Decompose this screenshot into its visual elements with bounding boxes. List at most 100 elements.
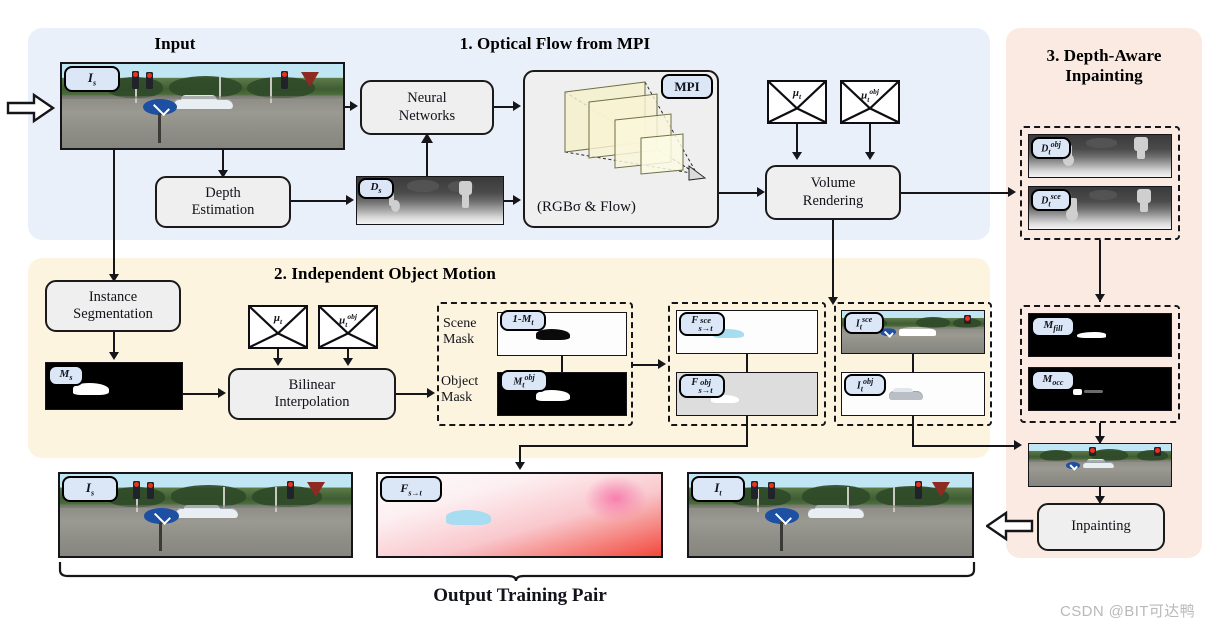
tag-flow-sce-text: Fsce s→t bbox=[691, 315, 713, 333]
tag-depth-target-sce-text: Dtsce bbox=[1041, 191, 1061, 209]
tag-depth-source-text: Ds bbox=[370, 181, 382, 196]
mu-t-camera-icon-top: μt bbox=[767, 80, 827, 124]
arrow-ds-to-mpi bbox=[513, 195, 521, 205]
tag-object-mask-text: Mtobj bbox=[513, 372, 535, 390]
conn-ds-up-nn bbox=[426, 140, 428, 176]
mu-t-label-2: μt bbox=[273, 311, 283, 326]
arrow-input-to-nn bbox=[350, 101, 358, 111]
arrow-img-to-composite bbox=[1014, 440, 1022, 450]
tag-output-target: It bbox=[691, 476, 745, 502]
tag-input-source: Is bbox=[64, 66, 120, 92]
tag-output-source: Is bbox=[62, 476, 118, 502]
arrow-fillocc-to-composite bbox=[1095, 436, 1105, 444]
tag-scene-mask-text: 1-Mt bbox=[512, 313, 534, 328]
arrow-vr-to-depth bbox=[1008, 187, 1016, 197]
arrow-muobj2-to-bilinear bbox=[343, 358, 353, 366]
mu-t-obj-label-2: μtobj bbox=[339, 311, 357, 329]
mu-t-label: μt bbox=[792, 86, 802, 101]
bilinear-interpolation-label: Bilinear Interpolation bbox=[274, 376, 350, 410]
object-mask-label: Object Mask bbox=[441, 374, 479, 406]
output-training-pair-label: Output Training Pair bbox=[433, 585, 607, 606]
conn-depth-to-fillocc bbox=[1099, 240, 1101, 302]
output-flow-car bbox=[445, 510, 492, 525]
mu-t-obj-camera-icon-top: μtobj bbox=[840, 80, 900, 124]
tag-output-flow-text: Fs→t bbox=[400, 480, 422, 498]
tag-mask-source-text: Ms bbox=[59, 368, 73, 383]
depth-estimation-box[interactable]: Depth Estimation bbox=[155, 176, 291, 228]
conn-flow-left bbox=[519, 445, 748, 447]
conn-input-to-seg bbox=[113, 150, 115, 280]
tag-image-target-sce: Itsce bbox=[844, 312, 884, 334]
composite-image-tile bbox=[1028, 443, 1172, 487]
mpi-caption: (RGBσ & Flow) bbox=[537, 199, 636, 216]
tag-flow-obj: Fobj s→t bbox=[679, 374, 725, 398]
arrow-vr-down bbox=[828, 297, 838, 305]
title-object-motion: 2. Independent Object Motion bbox=[274, 264, 496, 283]
bilinear-interpolation-box[interactable]: Bilinear Interpolation bbox=[228, 368, 396, 420]
depth-estimation-label: Depth Estimation bbox=[191, 184, 255, 218]
tag-depth-target-obj-text: Dtobj bbox=[1041, 139, 1061, 157]
conn-masks-to-flow bbox=[633, 364, 661, 366]
arrow-muobj-to-vr bbox=[865, 152, 875, 160]
scene-mask-label: Scene Mask bbox=[443, 316, 477, 348]
arrow-input-down bbox=[218, 170, 228, 178]
conn-ms-to-bilinear bbox=[183, 393, 221, 395]
tag-output-source-text: Is bbox=[85, 480, 95, 498]
conn-img-internal bbox=[912, 354, 914, 372]
conn-flow-down bbox=[746, 416, 748, 446]
conn-masks-internal bbox=[561, 356, 563, 372]
neural-networks-box[interactable]: Neural Networks bbox=[360, 80, 494, 135]
title-depth-inpainting: 3. Depth-Aware Inpainting bbox=[1046, 46, 1162, 85]
tag-mask-fill-text: Mfill bbox=[1043, 319, 1063, 334]
arrow-masks-to-flow bbox=[658, 359, 666, 369]
arrow-flow-to-output bbox=[515, 462, 525, 470]
arrow-depth-to-fillocc bbox=[1095, 294, 1105, 302]
image-target-obj-car bbox=[888, 388, 923, 400]
watermark: CSDN @BIT可达鸭 bbox=[1060, 603, 1196, 620]
arrow-ds-up-nn bbox=[421, 133, 433, 143]
mu-t-camera-icon-bottom: μt bbox=[248, 305, 308, 349]
tag-mask-occ: Mocc bbox=[1031, 370, 1075, 391]
title-input: Input bbox=[154, 34, 196, 53]
tag-input-source-text: Is bbox=[87, 70, 97, 88]
arrow-mu2-to-bilinear bbox=[273, 358, 283, 366]
arrow-seg-to-ms bbox=[109, 352, 119, 360]
tag-output-flow: Fs→t bbox=[380, 476, 442, 502]
conn-vr-to-depth bbox=[901, 192, 1011, 194]
tag-flow-obj-text: Fobj s→t bbox=[691, 377, 713, 395]
conn-img-right bbox=[912, 445, 1016, 447]
mask-fill-shape bbox=[1077, 332, 1106, 339]
input-arrow-icon bbox=[6, 92, 56, 124]
tag-mask-occ-text: Mocc bbox=[1042, 373, 1064, 388]
inpainting-box[interactable]: Inpainting bbox=[1037, 503, 1165, 551]
tag-mask-source: Ms bbox=[48, 365, 84, 386]
tag-depth-source: Ds bbox=[358, 178, 394, 199]
conn-flow-internal bbox=[746, 354, 748, 372]
mu-t-obj-label: μtobj bbox=[861, 86, 879, 104]
conn-vr-down bbox=[832, 220, 834, 303]
instance-segmentation-label: Instance Segmentation bbox=[73, 288, 153, 322]
tag-mpi-text: MPI bbox=[674, 78, 700, 94]
arrow-nn-to-mpi bbox=[513, 101, 521, 111]
instance-segmentation-box[interactable]: Instance Segmentation bbox=[45, 280, 181, 332]
mask-occ-shape bbox=[1073, 389, 1082, 395]
mask-occ-shape-2 bbox=[1084, 389, 1103, 394]
arrow-depthest-to-ds bbox=[346, 195, 354, 205]
conn-bilinear-to-masks bbox=[396, 393, 430, 395]
tag-mpi: MPI bbox=[661, 74, 713, 99]
scene-mask-car bbox=[536, 328, 570, 340]
tag-image-target-obj: Itobj bbox=[844, 374, 886, 396]
arrow-bilinear-to-masks bbox=[427, 388, 435, 398]
tag-depth-target-obj: Dtobj bbox=[1031, 137, 1071, 159]
tag-object-mask-value: Mtobj bbox=[500, 370, 548, 392]
title-optical-flow: 1. Optical Flow from MPI bbox=[459, 34, 651, 53]
inpainting-label: Inpainting bbox=[1071, 518, 1131, 535]
tag-mask-fill: Mfill bbox=[1031, 316, 1075, 337]
composite-photo bbox=[1029, 444, 1171, 486]
neural-networks-label: Neural Networks bbox=[398, 90, 456, 124]
tag-scene-mask-value: 1-Mt bbox=[500, 310, 546, 331]
arrow-ms-to-bilinear bbox=[218, 388, 226, 398]
tag-image-target-sce-text: Itsce bbox=[855, 314, 873, 332]
volume-rendering-box[interactable]: Volume Rendering bbox=[765, 165, 901, 220]
mu-t-obj-camera-icon-bottom: μtobj bbox=[318, 305, 378, 349]
